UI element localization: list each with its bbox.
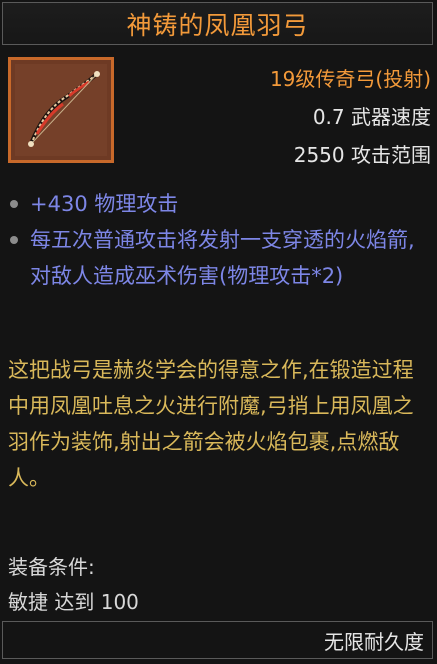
item-name: 神铸的凤凰羽弓 (126, 10, 309, 40)
item-affix-list: +430 物理攻击 每五次普通攻击将发射一支穿透的火焰箭,对敌人造成巫术伤害(物… (8, 186, 433, 294)
affix-physical-attack: +430 物理攻击 (8, 186, 433, 222)
bullet-icon (10, 200, 18, 208)
requirement-agility: 敏捷 达到 100 (8, 590, 139, 614)
phoenix-feather-bow-icon (13, 62, 109, 158)
affix-text: +430 物理攻击 (30, 192, 179, 216)
requirements-title: 装备条件: (8, 555, 95, 579)
durability-bar: 无限耐久度 (2, 621, 433, 659)
item-attack-speed: 0.7 武器速度 (312, 105, 431, 129)
durability-text: 无限耐久度 (324, 629, 424, 654)
item-title-bar: 神铸的凤凰羽弓 (2, 2, 433, 45)
affix-flame-arrow: 每五次普通攻击将发射一支穿透的火焰箭,对敌人造成巫术伤害(物理攻击*2) (8, 222, 433, 294)
item-tooltip: 神铸的凤凰羽弓 19级传奇弓(投射) 0.7 武器速度 2550 攻击范围 +4… (0, 0, 437, 664)
item-rarity-level: 19级传奇弓(投射) (269, 67, 431, 91)
affix-text: 每五次普通攻击将发射一支穿透的火焰箭,对敌人造成巫术伤害(物理攻击*2) (30, 228, 415, 288)
item-icon-frame (8, 57, 114, 163)
item-stats: 19级传奇弓(投射) 0.7 武器速度 2550 攻击范围 (270, 60, 431, 174)
bullet-icon (10, 236, 18, 244)
item-attack-range: 2550 攻击范围 (293, 143, 431, 167)
item-flavor-text: 这把战弓是赫炎学会的得意之作,在锻造过程中用凤凰吐息之火进行附魔,弓捎上用凤凰之… (8, 358, 414, 490)
